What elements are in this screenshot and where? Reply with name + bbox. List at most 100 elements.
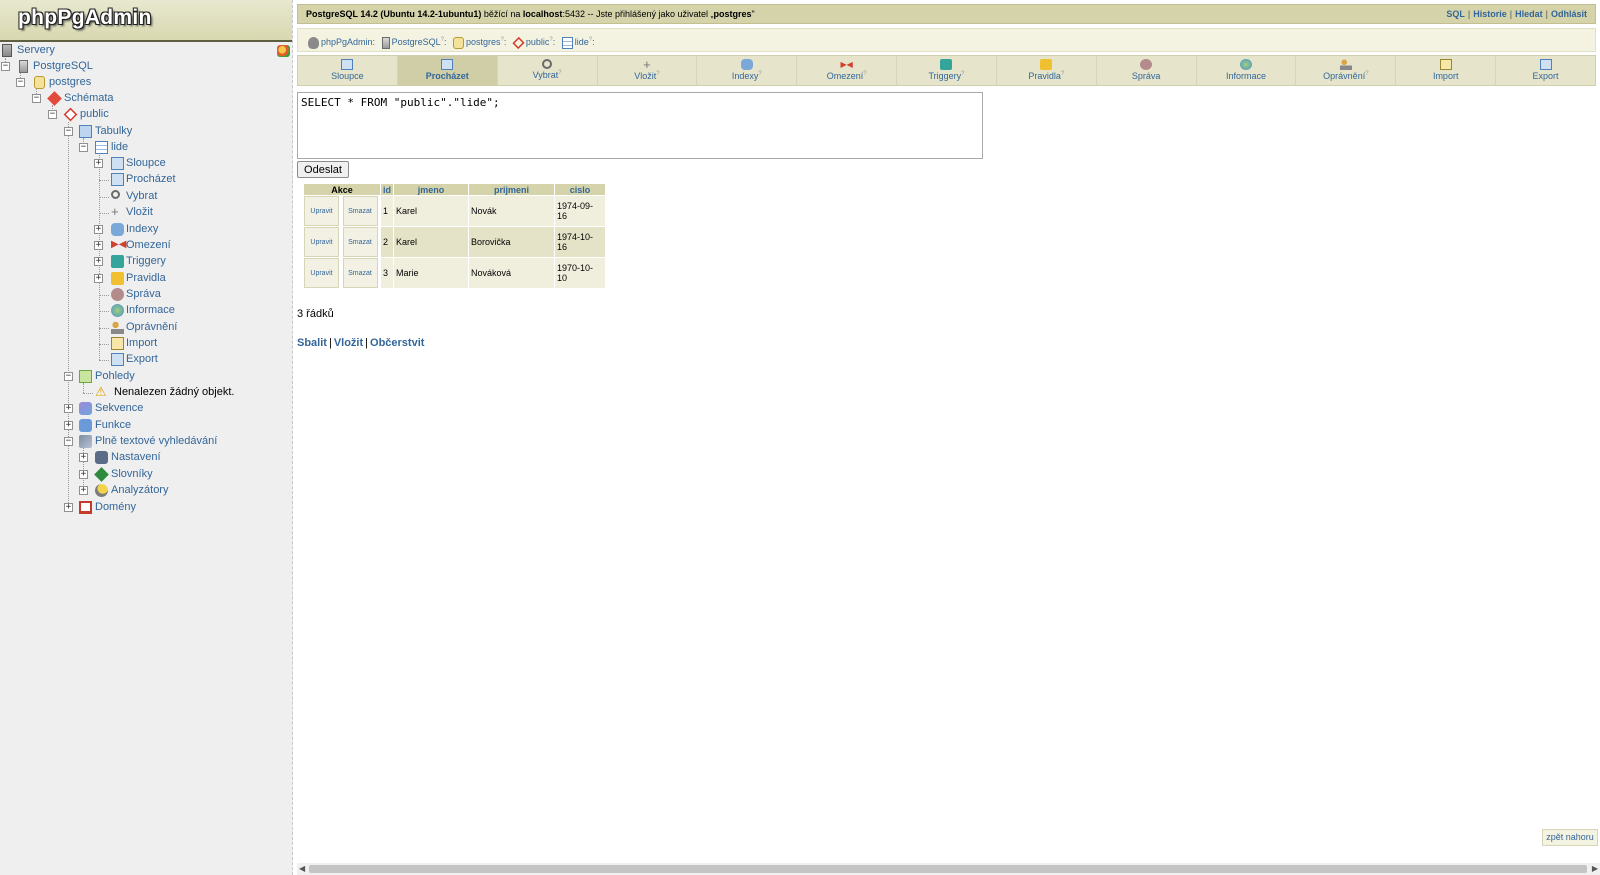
cell-jmeno: Karel	[394, 227, 468, 257]
tab-admin[interactable]: Správa	[1097, 56, 1197, 85]
edit-button[interactable]: Upravit	[304, 258, 339, 288]
horizontal-scrollbar[interactable]: ◀ ▶	[297, 863, 1600, 875]
column-header-jmeno[interactable]: jmeno	[394, 184, 468, 195]
sql-link[interactable]: SQL	[1446, 9, 1465, 19]
tree-label: Procházet	[126, 173, 176, 185]
schema-icon	[512, 36, 525, 49]
breadcrumb-server[interactable]: PostgreSQL?:	[381, 29, 446, 53]
scroll-left-icon[interactable]: ◀	[299, 863, 305, 875]
breadcrumb-schema[interactable]: public?:	[512, 29, 555, 53]
tab-privileges[interactable]: Oprávnění?	[1296, 56, 1397, 85]
column-header-prijmeni[interactable]: prijmeni	[469, 184, 554, 195]
help-mark[interactable]: ?	[656, 71, 659, 77]
row-count: 3 řádků	[297, 308, 334, 320]
tab-label: Indexy	[731, 71, 759, 81]
collapse-toggle-icon[interactable]: −	[32, 94, 41, 103]
user: postgres	[713, 9, 752, 19]
table-row: Upravit Smazat 1 Karel Novák 1974-09-16	[304, 196, 605, 226]
refresh-link[interactable]: Občerstvit	[370, 337, 424, 349]
tab-info[interactable]: Informace	[1197, 56, 1297, 85]
insert-link[interactable]: Vložit	[334, 337, 363, 349]
collapse-toggle-icon[interactable]: −	[79, 143, 88, 152]
tab-columns[interactable]: Sloupce	[298, 56, 398, 85]
tree-label: Pohledy	[95, 370, 135, 382]
expand-toggle-icon[interactable]: +	[79, 470, 88, 479]
server-icon	[381, 36, 390, 49]
collapse-toggle-icon[interactable]: −	[64, 437, 73, 446]
submit-query-button[interactable]: Odeslat	[297, 161, 349, 178]
back-to-top-button[interactable]: zpět nahoru	[1542, 829, 1598, 846]
export-icon	[111, 353, 124, 366]
expand-toggle-icon[interactable]: +	[94, 241, 103, 250]
search-icon	[111, 190, 120, 199]
find-link[interactable]: Hledat	[1515, 9, 1543, 19]
help-mark[interactable]: ?	[758, 71, 761, 77]
help-mark[interactable]: ?	[589, 37, 592, 43]
tab-export[interactable]: Export	[1496, 56, 1595, 85]
import-icon	[1439, 59, 1452, 70]
collapse-toggle-icon[interactable]: −	[1, 62, 10, 71]
tables-icon	[79, 125, 92, 138]
expand-toggle-icon[interactable]: +	[64, 421, 73, 430]
cell-cislo: 1974-10-16	[555, 227, 605, 257]
link-separator: |	[328, 337, 332, 349]
expand-toggle-icon[interactable]: +	[94, 225, 103, 234]
server-icon	[19, 60, 28, 73]
tab-label: Triggery	[928, 71, 962, 81]
collapse-toggle-icon[interactable]: −	[16, 78, 25, 87]
collapse-toggle-icon[interactable]: −	[64, 372, 73, 381]
tab-import[interactable]: Import	[1396, 56, 1497, 85]
tab-insert[interactable]: + Vložit?	[598, 56, 698, 85]
help-mark[interactable]: ?	[863, 71, 866, 77]
phppgadmin-logo[interactable]: phpPgAdmin	[0, 0, 292, 42]
scrollbar-thumb[interactable]	[309, 865, 1587, 873]
help-mark[interactable]: ?	[558, 70, 561, 76]
delete-button[interactable]: Smazat	[342, 227, 378, 257]
tab-constraints[interactable]: ▶◀ Omezení?	[797, 56, 898, 85]
expand-toggle-icon[interactable]: +	[94, 257, 103, 266]
expand-toggle-icon[interactable]: +	[79, 453, 88, 462]
database-icon	[34, 76, 45, 89]
tree-guide	[83, 393, 93, 394]
expand-toggle-icon[interactable]: +	[94, 159, 103, 168]
tab-indexes[interactable]: Indexy?	[697, 56, 798, 85]
tree-refresh-icon[interactable]	[277, 45, 290, 57]
breadcrumb-table[interactable]: lide?:	[561, 29, 595, 53]
breadcrumb-database[interactable]: postgres?:	[452, 29, 506, 53]
tree-label: lide	[111, 141, 129, 153]
expand-toggle-icon[interactable]: +	[79, 486, 88, 495]
columns-icon	[341, 59, 354, 70]
history-link[interactable]: Historie	[1473, 9, 1507, 19]
tree-label: Oprávnění	[126, 321, 178, 333]
help-mark[interactable]: ?	[549, 37, 552, 43]
expand-toggle-icon[interactable]: +	[64, 503, 73, 512]
cell-jmeno: Marie	[394, 258, 468, 288]
tab-rules[interactable]: Pravidla?	[997, 56, 1097, 85]
logout-link[interactable]: Odhlásit	[1551, 9, 1587, 19]
delete-button[interactable]: Smazat	[342, 196, 378, 226]
help-mark[interactable]: ?	[441, 37, 444, 43]
admin-icon	[111, 288, 124, 301]
collapse-link[interactable]: Sbalit	[297, 337, 327, 349]
collapse-toggle-icon[interactable]: −	[64, 127, 73, 136]
scroll-right-icon[interactable]: ▶	[1592, 863, 1598, 875]
edit-button[interactable]: Upravit	[304, 196, 339, 226]
delete-button[interactable]: Smazat	[342, 258, 378, 288]
column-header-cislo[interactable]: cislo	[555, 184, 605, 195]
help-mark[interactable]: ?	[1365, 71, 1368, 77]
sql-query-textarea[interactable]: SELECT * FROM "public"."lide";	[297, 92, 983, 159]
tab-triggers[interactable]: Triggery?	[897, 56, 997, 85]
column-header-id[interactable]: id	[381, 184, 393, 195]
edit-button[interactable]: Upravit	[304, 227, 339, 257]
close-quote: "	[751, 9, 755, 19]
tab-browse[interactable]: Procházet	[397, 56, 498, 85]
help-mark[interactable]: ?	[501, 37, 504, 43]
expand-toggle-icon[interactable]: +	[64, 404, 73, 413]
tab-select[interactable]: Vybrat?	[498, 56, 598, 85]
collapse-toggle-icon[interactable]: −	[48, 110, 57, 119]
expand-toggle-icon[interactable]: +	[94, 274, 103, 283]
dictionary-icon	[94, 467, 109, 482]
breadcrumb-home[interactable]: phpPgAdmin:	[308, 31, 375, 53]
help-mark[interactable]: ?	[961, 71, 964, 77]
help-mark[interactable]: ?	[1061, 71, 1064, 77]
